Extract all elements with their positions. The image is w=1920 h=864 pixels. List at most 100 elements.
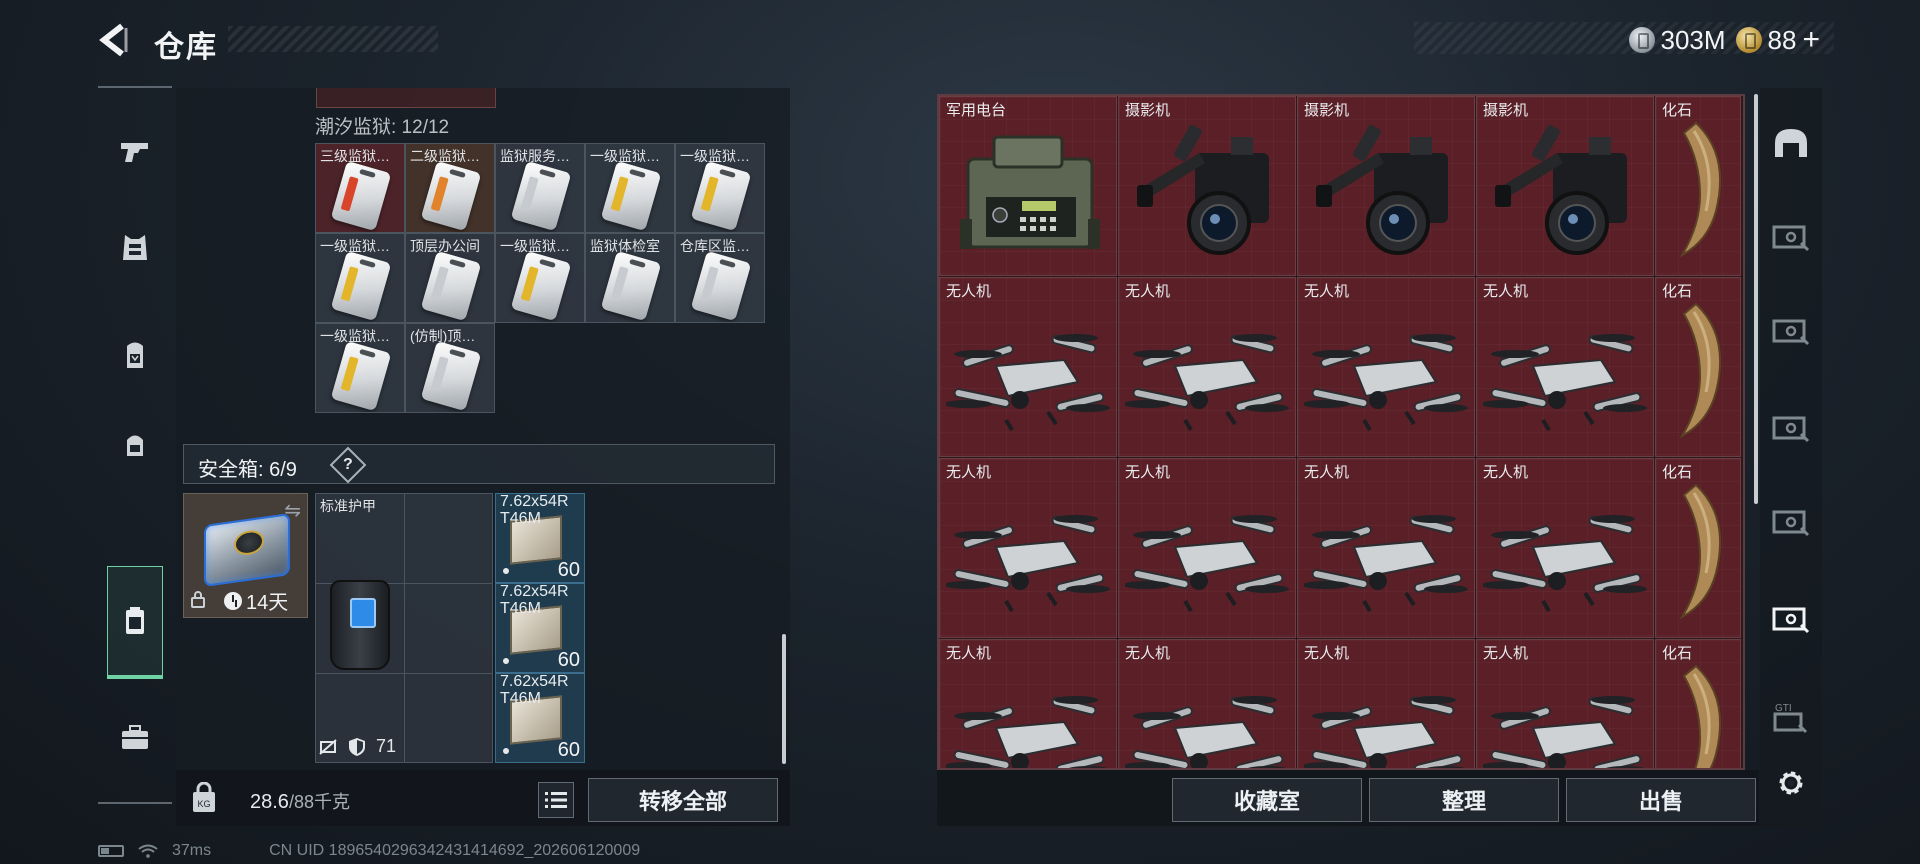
- page-title: 仓库: [154, 31, 218, 64]
- collection-item-cell[interactable]: 无人机: [1476, 277, 1654, 457]
- nav-item-toolbox[interactable]: [106, 708, 164, 766]
- collection-item-cell[interactable]: 化石: [1655, 639, 1741, 768]
- collection-item-name: 化石: [1662, 645, 1693, 662]
- safe-box-item[interactable]: ⇋ 14天: [183, 493, 308, 618]
- keycard-stripe: [520, 266, 539, 302]
- silver-coin-icon: [1628, 27, 1655, 53]
- rail-item-card-2[interactable]: [1766, 306, 1816, 356]
- sort-button[interactable]: 整理: [1369, 778, 1559, 822]
- carry-weight: 28.6/88千克: [250, 788, 350, 814]
- collection-item-cell[interactable]: 无人机: [1476, 458, 1654, 638]
- silver-currency-value: 303M: [1660, 24, 1726, 55]
- keycard-cell[interactable]: 一级监狱…: [585, 143, 675, 233]
- collection-item-cell[interactable]: 摄影机: [1297, 96, 1475, 276]
- collection-item-cell[interactable]: 无人机: [1118, 277, 1296, 457]
- nav-item-chest-rig[interactable]: [106, 416, 164, 474]
- collection-item-cell[interactable]: 无人机: [1297, 639, 1475, 768]
- rail-item-card-selected[interactable]: [1766, 594, 1816, 644]
- keycard-name: 仓库区监…: [680, 238, 750, 254]
- keycard-cell[interactable]: 一级监狱…: [495, 233, 585, 323]
- collection-card-icon: [1772, 416, 1810, 443]
- gold-currency[interactable]: 88 +: [1735, 23, 1820, 57]
- collection-scrollbar[interactable]: [1754, 94, 1758, 504]
- keycard-image: [420, 160, 482, 232]
- drone-image: [946, 696, 1108, 768]
- collection-item-cell[interactable]: 摄影机: [1118, 96, 1296, 276]
- keycard-stripe: [520, 176, 539, 212]
- keycard-cell[interactable]: 一级监狱…: [675, 143, 765, 233]
- list-view-button[interactable]: [538, 782, 574, 818]
- collection-item-name: 无人机: [1304, 645, 1350, 662]
- drone-image: [1483, 334, 1647, 432]
- collection-item-cell[interactable]: 无人机: [1118, 639, 1296, 768]
- drone-image: [946, 334, 1110, 432]
- keycard-cell[interactable]: 一级监狱…: [315, 323, 405, 413]
- add-currency-button[interactable]: +: [1802, 23, 1820, 57]
- nav-item-backpack[interactable]: [106, 326, 164, 384]
- keycard-cell[interactable]: 监狱服务…: [495, 143, 585, 233]
- transfer-all-button[interactable]: 转移全部: [588, 778, 778, 822]
- nav-item-armor[interactable]: [106, 218, 164, 276]
- collection-item-cell[interactable]: 化石: [1655, 96, 1741, 276]
- rail-item-card-3[interactable]: [1766, 403, 1816, 453]
- currency-bar: 303M 88 +: [1628, 22, 1820, 58]
- drone-image: [1125, 696, 1287, 768]
- nav-item-weapons[interactable]: [106, 122, 164, 180]
- collection-item-cell[interactable]: 无人机: [939, 458, 1117, 638]
- collection-item-cell[interactable]: 无人机: [1118, 458, 1296, 638]
- collection-item-cell[interactable]: 无人机: [939, 277, 1117, 457]
- lock-icon: [190, 590, 206, 613]
- collection-item-cell[interactable]: 无人机: [939, 639, 1117, 768]
- keycard-cell[interactable]: 一级监狱…: [315, 233, 405, 323]
- ammo-name: 7.62x54R T46M: [500, 583, 569, 617]
- safe-box-icon: [126, 607, 144, 634]
- keycard-cell[interactable]: 顶层办公间: [405, 233, 495, 323]
- rail-item-card-1[interactable]: [1766, 212, 1816, 262]
- rail-item-card-4[interactable]: [1766, 497, 1816, 547]
- settings-button[interactable]: [1766, 758, 1816, 808]
- keycard-cell[interactable]: 三级监狱…: [315, 143, 405, 233]
- collection-room-button[interactable]: 收藏室: [1172, 778, 1362, 822]
- collection-item-cell[interactable]: 无人机: [1297, 458, 1475, 638]
- wifi-icon: [138, 844, 158, 858]
- keycard-stripe: [610, 176, 629, 212]
- toolbox-icon: [122, 725, 148, 749]
- back-button[interactable]: [96, 20, 136, 60]
- nav-item-safe-box[interactable]: [107, 566, 163, 679]
- keycard-cell[interactable]: 监狱体检室: [585, 233, 675, 323]
- collection-item-name: 摄影机: [1125, 102, 1171, 119]
- storage-scrollbar[interactable]: [782, 634, 786, 764]
- collection-item-cell[interactable]: 军用电台: [939, 96, 1117, 276]
- collection-item-name: 无人机: [1125, 464, 1171, 481]
- keycard-stripe: [430, 266, 449, 302]
- collection-item-cell[interactable]: 摄影机: [1476, 96, 1654, 276]
- keycard-cell[interactable]: (仿制)顶…: [405, 323, 495, 413]
- collection-item-name: 军用电台: [946, 102, 1007, 119]
- collection-card-icon: [1772, 319, 1810, 346]
- rail-item-dome[interactable]: [1766, 118, 1816, 168]
- keycard-stripe: [700, 266, 719, 302]
- collection-item-name: 无人机: [1125, 283, 1171, 300]
- rail-item-gti[interactable]: GTI: [1766, 692, 1816, 742]
- weight-icon: KG: [190, 781, 218, 814]
- ammo-cell[interactable]: 7.62x54R T46M 60: [495, 673, 585, 763]
- keycard-hole: [629, 258, 646, 269]
- collection-item-cell[interactable]: 无人机: [1297, 277, 1475, 457]
- keycard-image: [420, 340, 482, 412]
- collection-item-cell[interactable]: 化石: [1655, 277, 1741, 457]
- collection-item-cell[interactable]: 无人机: [1476, 639, 1654, 768]
- safe-box-image: [204, 512, 290, 588]
- drone-image: [1483, 696, 1645, 768]
- collection-item-cell[interactable]: 化石: [1655, 458, 1741, 638]
- partial-item-cell[interactable]: [316, 88, 496, 108]
- drone-image: [1483, 515, 1647, 613]
- gold-currency-value: 88: [1767, 24, 1797, 55]
- ammo-cell[interactable]: 7.62x54R T46M 60: [495, 493, 585, 583]
- collection-item-name: 无人机: [1304, 464, 1350, 481]
- keycard-cell[interactable]: 二级监狱…: [405, 143, 495, 233]
- keycard-image: [510, 250, 572, 322]
- ammo-cell[interactable]: 7.62x54R T46M 60: [495, 583, 585, 673]
- keycard-cell[interactable]: 仓库区监…: [675, 233, 765, 323]
- sell-button[interactable]: 出售: [1566, 778, 1756, 822]
- armor-stats: 71: [318, 736, 396, 757]
